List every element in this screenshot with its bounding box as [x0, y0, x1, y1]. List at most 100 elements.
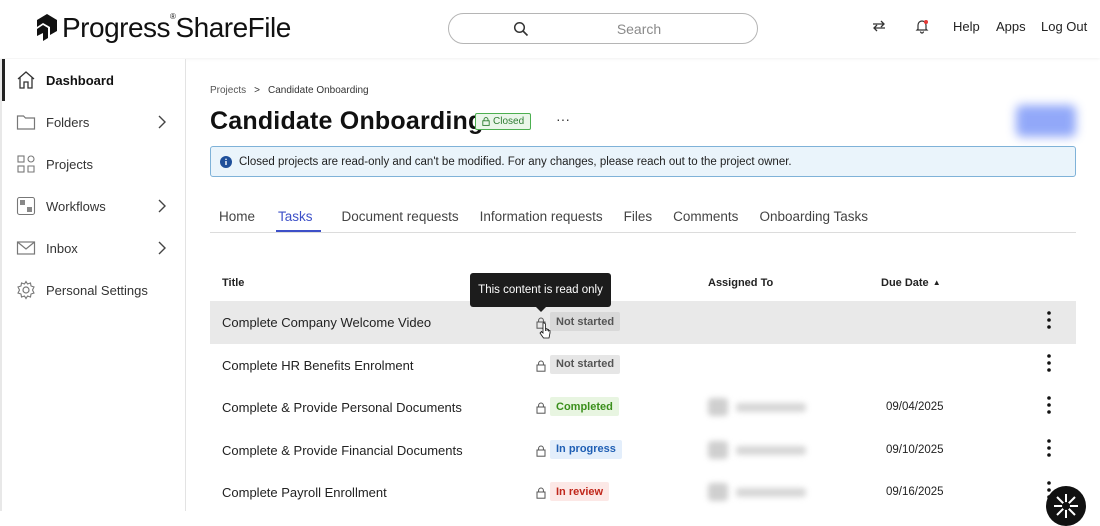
sidebar: Dashboard Folders Projects Workflows Inb	[0, 59, 186, 511]
column-header-due-date[interactable]: Due Date ▲	[881, 277, 941, 289]
help-widget-button[interactable]	[1046, 486, 1086, 526]
read-only-info-banner: Closed projects are read-only and can't …	[210, 146, 1076, 177]
search-input[interactable]	[539, 18, 739, 40]
status-badge-label: Closed	[493, 116, 525, 127]
chevron-right-icon[interactable]	[157, 199, 167, 213]
task-title[interactable]: Complete HR Benefits Enrolment	[222, 358, 413, 373]
task-title[interactable]: Complete & Provide Financial Documents	[222, 443, 463, 458]
table-row[interactable]: Complete Company Welcome Video Not start…	[210, 301, 1076, 344]
column-header-assigned-to[interactable]: Assigned To	[708, 277, 773, 289]
assignee-name-blurred	[736, 403, 806, 412]
breadcrumb-projects-link[interactable]: Projects	[210, 85, 246, 96]
lock-icon[interactable]	[536, 402, 546, 414]
sidebar-item-folders[interactable]: Folders	[2, 101, 185, 143]
assignee-name-blurred	[736, 445, 806, 455]
avatar	[708, 440, 728, 459]
mail-icon	[16, 241, 36, 255]
kebab-menu-icon[interactable]	[1046, 310, 1052, 330]
sort-ascending-icon: ▲	[932, 278, 941, 287]
status-badge: In review	[550, 482, 610, 501]
tab-information-requests[interactable]: Information requests	[480, 201, 603, 232]
progress-sharefile-logo[interactable]: Progress®ShareFile	[34, 12, 291, 44]
projects-icon	[17, 155, 35, 173]
tab-comments[interactable]: Comments	[673, 201, 738, 232]
status-badge: Closed	[475, 113, 532, 130]
status-badge: Not started	[550, 312, 621, 331]
column-header-title[interactable]: Title	[222, 277, 244, 289]
lock-icon	[482, 117, 490, 126]
blurred-action-button[interactable]	[1016, 105, 1076, 137]
avatar	[708, 398, 728, 416]
logo-text: Progress®ShareFile	[62, 12, 291, 43]
sidebar-item-dashboard[interactable]: Dashboard	[2, 59, 185, 101]
breadcrumb: Projects > Candidate Onboarding	[210, 85, 369, 96]
avatar	[708, 483, 728, 501]
chevron-right-icon[interactable]	[157, 115, 167, 129]
sidebar-item-personal-settings[interactable]: Personal Settings	[2, 269, 185, 311]
sidebar-item-label: Personal Settings	[46, 282, 148, 298]
tab-tasks[interactable]: Tasks	[276, 201, 321, 232]
chevron-right-icon[interactable]	[157, 241, 167, 255]
breadcrumb-separator: >	[254, 85, 260, 96]
logo-mark-icon	[37, 14, 57, 41]
read-only-tooltip: This content is read only	[470, 273, 611, 312]
search-box[interactable]	[448, 13, 758, 44]
sidebar-item-label: Folders	[46, 114, 90, 130]
search-icon	[513, 21, 529, 37]
lock-icon[interactable]	[536, 360, 546, 372]
assignee-blurred	[708, 483, 808, 501]
kebab-menu-icon[interactable]	[1046, 353, 1052, 373]
lock-icon[interactable]	[536, 445, 546, 457]
assignee-blurred	[708, 398, 808, 416]
sidebar-item-projects[interactable]: Projects	[2, 143, 185, 185]
workflow-icon	[16, 196, 36, 216]
sparkle-help-icon	[1054, 494, 1078, 518]
kebab-menu-icon[interactable]	[1046, 395, 1052, 415]
page-title: Candidate Onboarding	[210, 107, 484, 135]
status-badge: In progress	[550, 439, 622, 459]
mouse-pointer-icon	[539, 322, 551, 339]
assignee-blurred	[708, 440, 808, 459]
info-icon	[220, 155, 232, 168]
switch-arrows-icon[interactable]	[871, 18, 887, 34]
assignee-name-blurred	[736, 488, 806, 497]
folder-icon	[16, 115, 36, 130]
sidebar-item-label: Workflows	[46, 198, 106, 214]
lock-icon[interactable]	[536, 487, 546, 499]
sidebar-item-inbox[interactable]: Inbox	[2, 227, 185, 269]
due-date: 09/10/2025	[886, 443, 944, 456]
status-badge: Not started	[550, 354, 621, 374]
help-link[interactable]: Help	[953, 19, 980, 34]
due-date: 09/16/2025	[886, 486, 944, 498]
sidebar-item-label: Dashboard	[46, 72, 114, 88]
status-badge: Completed	[550, 397, 619, 416]
table-row[interactable]: Complete Payroll Enrollment In review 09…	[210, 471, 1076, 514]
table-row[interactable]: Complete & Provide Personal Documents Co…	[210, 386, 1076, 429]
task-title[interactable]: Complete Company Welcome Video	[222, 315, 431, 330]
tab-document-requests[interactable]: Document requests	[342, 201, 459, 232]
due-date: 09/04/2025	[886, 401, 944, 413]
gear-icon	[17, 280, 35, 300]
sidebar-item-label: Projects	[46, 156, 93, 172]
home-icon	[17, 71, 35, 89]
table-row[interactable]: Complete HR Benefits Enrolment Not start…	[210, 344, 1076, 387]
kebab-menu-icon[interactable]	[1046, 438, 1052, 458]
table-header: Title Assigned To Due Date ▲	[210, 267, 1076, 301]
task-title[interactable]: Complete Payroll Enrollment	[222, 485, 387, 500]
tab-onboarding-tasks[interactable]: Onboarding Tasks	[759, 201, 868, 232]
sidebar-item-workflows[interactable]: Workflows	[2, 185, 185, 227]
more-options-button[interactable]: ···	[556, 111, 570, 127]
banner-text: Closed projects are read-only and can't …	[239, 155, 792, 168]
project-tabs: Home Tasks Document requests Information…	[210, 201, 1076, 233]
table-row[interactable]: Complete & Provide Financial Documents I…	[210, 429, 1076, 472]
top-header: Progress®ShareFile Help Apps Log Out	[0, 0, 1100, 58]
task-title[interactable]: Complete & Provide Personal Documents	[222, 400, 462, 415]
sidebar-item-label: Inbox	[46, 240, 78, 256]
tab-files[interactable]: Files	[624, 201, 653, 232]
tasks-table: Title Assigned To Due Date ▲ Complete Com…	[210, 267, 1076, 514]
apps-link[interactable]: Apps	[996, 19, 1026, 34]
logout-link[interactable]: Log Out	[1041, 19, 1087, 34]
tab-home[interactable]: Home	[219, 201, 255, 232]
notification-bell-icon[interactable]	[914, 18, 930, 34]
breadcrumb-current: Candidate Onboarding	[267, 85, 369, 96]
